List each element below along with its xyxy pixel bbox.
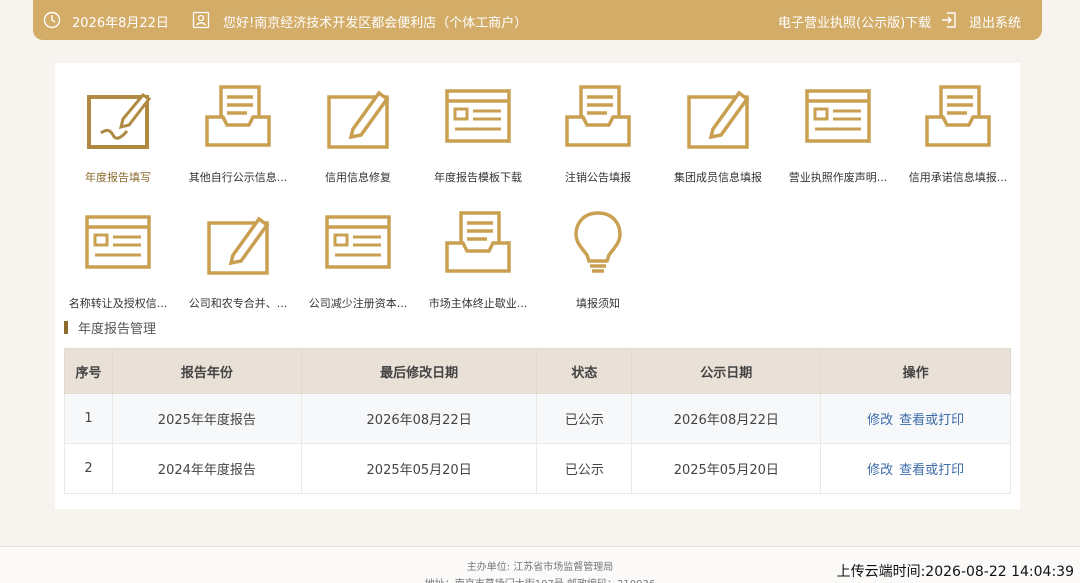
- cell-year: 2025年年度报告: [111, 393, 302, 444]
- cell-modified: 2026年08月22日: [300, 393, 538, 444]
- col-header-status: 状态: [536, 348, 633, 394]
- table-row: 2 2024年年度报告 2025年05月20日 已公示 2025年05月20日 …: [64, 443, 1011, 494]
- upload-timestamp: 上传云端时间:2026-08-22 14:04:39: [836, 564, 1074, 580]
- pencil-edit-icon: [658, 83, 778, 149]
- cell-index: 2: [64, 443, 113, 494]
- clock-icon: [43, 11, 61, 29]
- pencil-edit-icon: [298, 83, 418, 149]
- pencil-edit-icon: [58, 83, 178, 149]
- cell-year: 2024年年度报告: [111, 443, 302, 494]
- table-row: 1 2025年年度报告 2026年08月22日 已公示 2026年08月22日 …: [64, 393, 1011, 444]
- main-panel: 年度报告填写 其他自行公示信息... 信用信息修复 年度报告模板下载 注销公告填…: [55, 63, 1020, 509]
- tile-credit-commitment[interactable]: 信用承诺信息填报...: [898, 83, 1018, 193]
- tile-label: 营业执照作废声明...: [788, 171, 888, 184]
- tile-filling-instructions[interactable]: 填报须知: [538, 209, 658, 319]
- tile-label: 年度报告填写: [85, 171, 151, 184]
- tile-label: 信用承诺信息填报...: [908, 171, 1008, 184]
- tile-annual-report-fill[interactable]: 年度报告填写: [58, 83, 178, 193]
- tile-template-download[interactable]: 年度报告模板下载: [418, 83, 538, 193]
- annual-report-table: 序号 报告年份 最后修改日期 状态 公示日期 操作 1 2025年年度报告 20…: [64, 348, 1011, 494]
- cell-index: 1: [64, 393, 113, 444]
- logout-link[interactable]: 退出系统: [969, 12, 1021, 31]
- tile-label: 集团成员信息填报: [674, 171, 762, 184]
- cell-status: 已公示: [536, 393, 633, 444]
- cell-status: 已公示: [536, 443, 633, 494]
- edit-link[interactable]: 修改: [867, 463, 893, 478]
- cell-actions: 修改 查看或打印: [820, 443, 1011, 494]
- logout-icon[interactable]: [940, 11, 958, 29]
- form-template-icon: [298, 209, 418, 275]
- tile-license-void[interactable]: 营业执照作废声明...: [778, 83, 898, 193]
- tile-label: 其他自行公示信息...: [188, 171, 288, 184]
- tile-label: 公司减少注册资本...: [308, 297, 408, 310]
- tile-capital-reduction[interactable]: 公司减少注册资本...: [298, 209, 418, 319]
- section-marker: [64, 321, 68, 334]
- tile-label: 年度报告模板下载: [434, 171, 522, 184]
- inbox-document-icon: [178, 83, 298, 149]
- tile-label: 填报须知: [576, 297, 620, 310]
- col-header-actions: 操作: [820, 348, 1011, 394]
- tile-label: 公司和农专合并、...: [188, 297, 288, 310]
- form-template-icon: [58, 209, 178, 275]
- lightbulb-icon: [538, 209, 658, 275]
- tile-label: 信用信息修复: [325, 171, 391, 184]
- tile-other-disclosure[interactable]: 其他自行公示信息...: [178, 83, 298, 193]
- inbox-document-icon: [418, 209, 538, 275]
- col-header-publish: 公示日期: [631, 348, 822, 394]
- form-template-icon: [778, 83, 898, 149]
- section-title-text: 年度报告管理: [78, 322, 157, 337]
- cell-publish: 2026年08月22日: [631, 393, 822, 444]
- cell-publish: 2025年05月20日: [631, 443, 822, 494]
- col-header-index: 序号: [64, 348, 113, 394]
- view-print-link[interactable]: 查看或打印: [899, 413, 964, 428]
- section-title: 年度报告管理: [64, 318, 156, 337]
- user-icon: [192, 11, 210, 29]
- tile-deregistration-notice[interactable]: 注销公告填报: [538, 83, 658, 193]
- tile-group-member[interactable]: 集团成员信息填报: [658, 83, 778, 193]
- cell-modified: 2025年05月20日: [300, 443, 538, 494]
- pencil-edit-icon: [178, 209, 298, 275]
- tile-label: 注销公告填报: [565, 171, 631, 184]
- tile-label: 市场主体终止歇业...: [428, 297, 528, 310]
- tile-credit-repair[interactable]: 信用信息修复: [298, 83, 418, 193]
- top-bar: 2026年8月22日 您好!南京经济技术开发区都会便利店（个体工商户） 电子营业…: [33, 0, 1042, 40]
- cell-actions: 修改 查看或打印: [820, 393, 1011, 444]
- edit-link[interactable]: 修改: [867, 413, 893, 428]
- tile-label: 名称转让及授权信...: [68, 297, 168, 310]
- tile-company-merge[interactable]: 公司和农专合并、...: [178, 209, 298, 319]
- inbox-document-icon: [538, 83, 658, 149]
- form-template-icon: [418, 83, 538, 149]
- license-download-link[interactable]: 电子营业执照(公示版)下载: [778, 12, 931, 31]
- inbox-document-icon: [898, 83, 1018, 149]
- tile-name-transfer[interactable]: 名称转让及授权信...: [58, 209, 178, 319]
- view-print-link[interactable]: 查看或打印: [899, 463, 964, 478]
- current-date: 2026年8月22日: [72, 16, 169, 31]
- col-header-year: 报告年份: [111, 348, 302, 394]
- table-header-row: 序号 报告年份 最后修改日期 状态 公示日期 操作: [64, 348, 1011, 394]
- tile-business-suspension[interactable]: 市场主体终止歇业...: [418, 209, 538, 319]
- greeting-text: 您好!南京经济技术开发区都会便利店（个体工商户）: [223, 16, 528, 31]
- col-header-modified: 最后修改日期: [300, 348, 538, 394]
